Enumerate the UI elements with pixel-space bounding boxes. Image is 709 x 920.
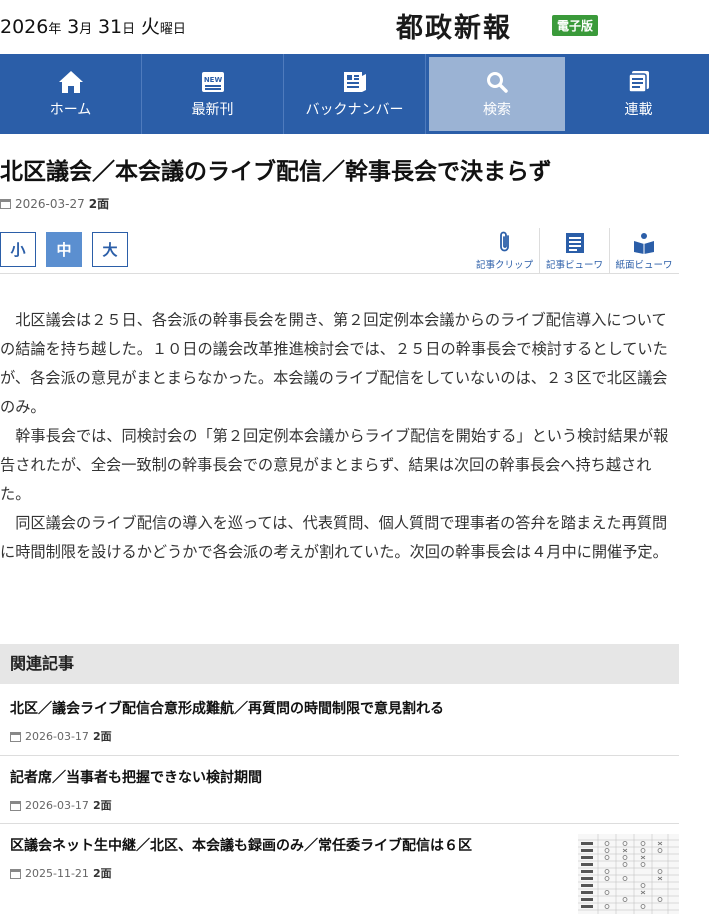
article-tools: 記事クリップ 記事ビューワ 紙面ビューワ xyxy=(470,228,678,273)
table-thumbnail-image xyxy=(578,834,679,914)
search-icon xyxy=(486,69,508,95)
nav-backnumber-label: バックナンバー xyxy=(305,102,404,118)
calendar-icon xyxy=(10,800,21,811)
paper-viewer-icon xyxy=(633,228,655,254)
related-article-thumbnail[interactable] xyxy=(578,834,679,914)
paper-viewer-label: 紙面ビューワ xyxy=(615,260,673,271)
nav-series-label: 連載 xyxy=(624,102,653,118)
paper-viewer-button[interactable]: 紙面ビューワ xyxy=(610,228,678,273)
article-title: 北区議会／本会議のライブ配信／幹事長会で決まらず xyxy=(0,159,552,185)
related-article-page: 2面 xyxy=(92,799,112,812)
nav-latest[interactable]: NEW 最新刊 xyxy=(142,54,284,134)
series-icon xyxy=(627,69,651,95)
related-article-item[interactable]: 北区／議会ライブ配信合意形成難航／再質問の時間制限で意見割れる 2026-03-… xyxy=(0,684,679,756)
article-viewer-label: 記事ビューワ xyxy=(545,260,603,271)
font-size-small-button[interactable]: 小 xyxy=(0,232,36,267)
related-article-item[interactable]: 記者席／当事者も把握できない検討期間 2026-03-17 2面 xyxy=(0,756,679,824)
current-date: 2026年 3月 31日 火曜日 xyxy=(0,16,186,38)
article-date: 2026-03-27 xyxy=(15,196,85,211)
related-article-item[interactable]: 区議会ネット生中継／北区、本会議も録画のみ／常任委ライブ配信は６区 2025-1… xyxy=(0,824,679,920)
backnumber-icon xyxy=(342,69,368,95)
article-clip-button[interactable]: 記事クリップ xyxy=(470,228,540,273)
article-paragraph: 幹事長会では、同検討会の「第２回定例本会議からライブ配信を開始する」という検討結… xyxy=(0,427,669,503)
related-article-date: 2026-03-17 xyxy=(25,729,89,743)
article-paragraph: 北区議会は２５日、各会派の幹事長会を開き、第２回定例本会議からのライブ配信導入に… xyxy=(0,311,668,416)
calendar-icon xyxy=(0,199,11,209)
calendar-icon xyxy=(10,731,21,742)
related-articles-heading: 関連記事 xyxy=(0,644,679,684)
article-paragraph: 同区議会のライブ配信の導入を巡っては、代表質問、個人質問で理事者の答弁を踏まえた… xyxy=(0,514,668,561)
clip-icon xyxy=(497,228,513,254)
article-body: 北区議会は２５日、各会派の幹事長会を開き、第２回定例本会議からのライブ配信導入に… xyxy=(0,306,679,567)
article-meta: 2026-03-27 2面 xyxy=(0,195,109,212)
related-article-title[interactable]: 北区／議会ライブ配信合意形成難航／再質問の時間制限で意見割れる xyxy=(10,698,444,718)
edition-badge: 電子版 xyxy=(552,15,599,36)
font-size-large-button[interactable]: 大 xyxy=(92,232,128,267)
related-article-date: 2026-03-17 xyxy=(25,798,89,812)
svg-text:NEW: NEW xyxy=(203,76,222,84)
article-clip-label: 記事クリップ xyxy=(475,260,533,271)
article-page: 2面 xyxy=(88,197,110,211)
related-article-date: 2025-11-21 xyxy=(25,866,89,880)
related-article-meta: 2026-03-17 2面 xyxy=(10,797,112,813)
nav-search[interactable]: 検索 xyxy=(426,54,568,134)
related-article-meta: 2025-11-21 2面 xyxy=(10,865,112,881)
related-article-title[interactable]: 記者席／当事者も把握できない検討期間 xyxy=(10,767,262,787)
main-nav: ホーム NEW 最新刊 バックナンバー 検索 連載 xyxy=(0,54,709,134)
new-icon: NEW xyxy=(201,69,225,95)
nav-home[interactable]: ホーム xyxy=(0,54,142,134)
top-bar: 2026年 3月 31日 火曜日 都政新報 電子版 xyxy=(0,0,709,54)
nav-latest-label: 最新刊 xyxy=(191,102,234,118)
font-size-medium-button[interactable]: 中 xyxy=(46,232,82,267)
related-article-page: 2面 xyxy=(92,730,112,743)
nav-home-label: ホーム xyxy=(49,102,92,118)
calendar-icon xyxy=(10,868,21,879)
home-icon xyxy=(58,69,84,95)
nav-backnumber[interactable]: バックナンバー xyxy=(284,54,426,134)
divider xyxy=(0,273,679,274)
nav-series[interactable]: 連載 xyxy=(568,54,709,134)
related-article-meta: 2026-03-17 2面 xyxy=(10,728,112,744)
article-viewer-button[interactable]: 記事ビューワ xyxy=(540,228,610,273)
related-article-title[interactable]: 区議会ネット生中継／北区、本会議も録画のみ／常任委ライブ配信は６区 xyxy=(10,835,472,855)
font-size-selector: 小 中 大 xyxy=(0,232,128,267)
site-logo[interactable]: 都政新報 xyxy=(396,6,512,45)
article-viewer-icon xyxy=(565,228,585,254)
related-article-page: 2面 xyxy=(92,867,112,880)
nav-search-label: 検索 xyxy=(483,102,511,118)
